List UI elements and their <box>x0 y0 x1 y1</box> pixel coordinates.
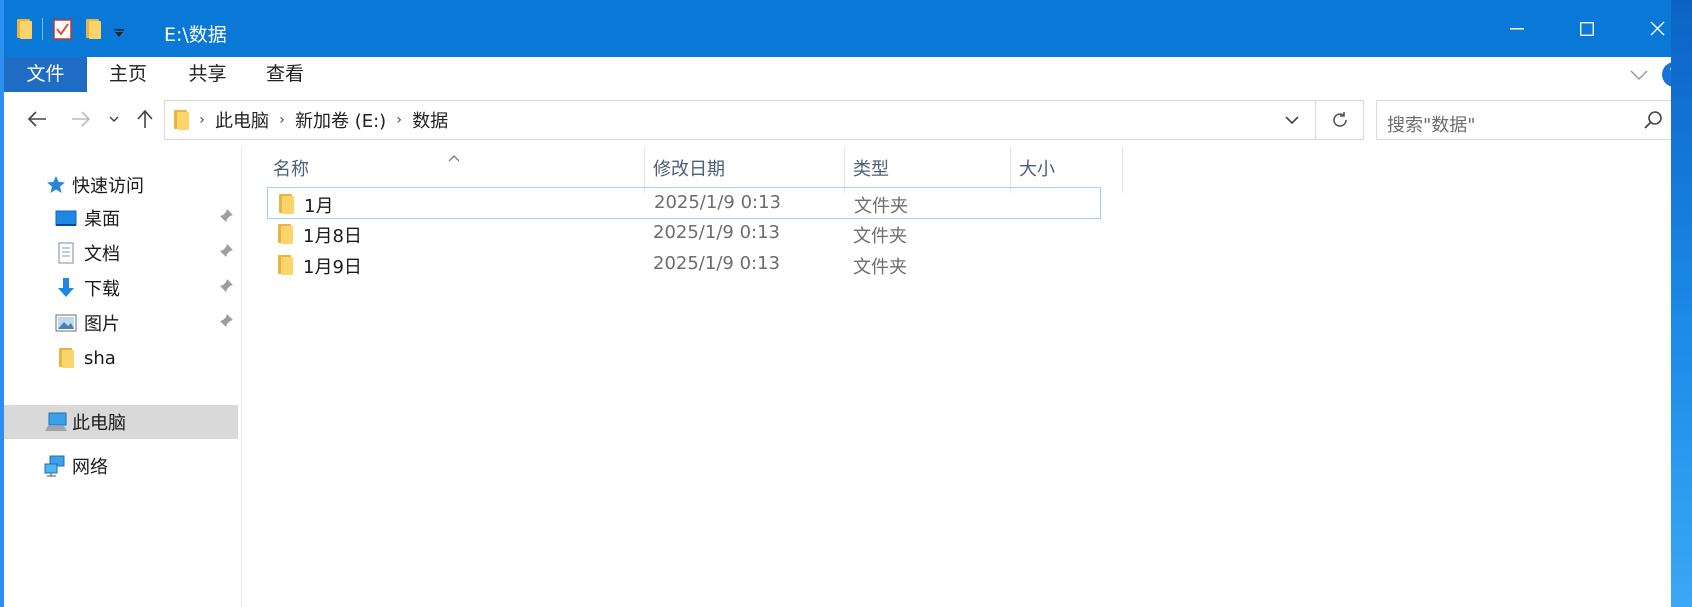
sort-ascending-icon <box>447 147 461 168</box>
pin-icon[interactable] <box>218 208 234 229</box>
file-name: 1月9日 <box>303 257 362 278</box>
tab-home[interactable]: 主页 <box>87 57 169 92</box>
properties-icon[interactable] <box>53 18 73 40</box>
sidebar-item-label: 网络 <box>72 457 108 478</box>
breadcrumb-data-folder[interactable]: 数据 <box>412 107 448 133</box>
sidebar-item-desktop[interactable]: 桌面 <box>4 201 242 235</box>
file-type: 文件夹 <box>854 196 908 217</box>
quick-access-toolbar <box>16 14 125 44</box>
search-icon[interactable] <box>1643 110 1663 135</box>
folder-icon <box>277 224 293 244</box>
breadcrumb: › 此电脑 › 新加卷 (E:) › 数据 <box>173 101 448 139</box>
folder-icon <box>173 110 189 130</box>
sidebar-item-label: 图片 <box>84 314 120 335</box>
sidebar-item-label: 下载 <box>84 279 120 300</box>
file-type: 文件夹 <box>853 257 907 278</box>
tab-view[interactable]: 查看 <box>246 57 324 92</box>
up-button[interactable] <box>132 104 158 134</box>
sidebar-item-pictures[interactable]: 图片 <box>4 306 242 340</box>
forward-button[interactable] <box>66 104 96 134</box>
file-modified: 2025/1/9 0:13 <box>653 222 780 243</box>
toolbar-divider <box>42 18 43 40</box>
recent-locations-chevron-icon[interactable] <box>104 104 124 134</box>
breadcrumb-separator-icon[interactable]: › <box>386 112 412 128</box>
breadcrumb-separator-icon[interactable]: › <box>189 112 215 128</box>
file-name: 1月 <box>304 196 334 217</box>
refresh-button[interactable] <box>1316 100 1364 140</box>
table-row[interactable]: 1月8日 2025/1/9 0:13 文件夹 <box>267 218 1101 250</box>
pin-icon[interactable] <box>218 313 234 334</box>
address-bar[interactable]: › 此电脑 › 新加卷 (E:) › 数据 <box>164 100 1316 140</box>
file-modified: 2025/1/9 0:13 <box>654 192 781 213</box>
sidebar-item-label: 此电脑 <box>72 413 126 434</box>
sidebar-item-label: sha <box>84 347 116 369</box>
navigation-pane: 快速访问 桌面 文档 下载 图片 sha 此电脑 网络 <box>4 147 242 607</box>
search-box[interactable]: 搜索"数据" <box>1376 100 1678 140</box>
table-row[interactable]: 1月9日 2025/1/9 0:13 文件夹 <box>267 249 1101 281</box>
customize-toolbar-icon[interactable] <box>113 23 125 37</box>
back-button[interactable] <box>22 104 52 134</box>
column-header-label: 类型 <box>853 159 889 180</box>
expand-ribbon-icon[interactable] <box>1630 66 1648 87</box>
file-explorer-window: E:\数据 文件 主页 共享 查看 ? <box>0 0 1692 607</box>
folder-icon <box>16 19 32 39</box>
sidebar-item-label: 快速访问 <box>72 176 144 197</box>
folder-icon <box>278 194 294 214</box>
network-icon <box>44 454 68 478</box>
minimize-button[interactable] <box>1482 0 1552 57</box>
file-name: 1月8日 <box>303 226 362 247</box>
navigation-bar: › 此电脑 › 新加卷 (E:) › 数据 搜索"数据" <box>4 92 1678 147</box>
sidebar-item-label: 文档 <box>84 244 120 265</box>
sidebar-item-network[interactable]: 网络 <box>4 449 242 483</box>
table-row[interactable]: 1月 2025/1/9 0:13 文件夹 <box>267 187 1101 219</box>
column-header-label: 名称 <box>273 159 309 180</box>
sidebar-item-downloads[interactable]: 下载 <box>4 271 242 305</box>
window-title: E:\数据 <box>164 24 227 46</box>
sidebar-item-this-pc[interactable]: 此电脑 <box>4 405 238 439</box>
sidebar-item-label: 桌面 <box>84 209 120 230</box>
search-input[interactable]: 搜索"数据" <box>1387 111 1476 137</box>
desktop-background <box>1671 0 1692 607</box>
folder-icon <box>277 255 293 275</box>
file-modified: 2025/1/9 0:13 <box>653 253 780 274</box>
file-list: 名称 修改日期 类型 大小 1月 2025/1/9 0:13 文件夹 1月8日 … <box>243 147 1675 607</box>
maximize-button[interactable] <box>1552 0 1622 57</box>
desktop-icon <box>54 206 78 230</box>
sidebar-item-quick-access[interactable]: 快速访问 <box>4 168 242 202</box>
folder-icon <box>54 346 78 370</box>
pin-icon[interactable] <box>218 278 234 299</box>
tab-file[interactable]: 文件 <box>4 57 87 92</box>
download-icon <box>54 276 78 300</box>
sidebar-item-documents[interactable]: 文档 <box>4 236 242 270</box>
breadcrumb-this-pc[interactable]: 此电脑 <box>215 107 269 133</box>
star-icon <box>44 173 68 197</box>
new-folder-icon[interactable] <box>85 19 101 39</box>
pin-icon[interactable] <box>218 243 234 264</box>
documents-icon <box>54 241 78 265</box>
address-history-chevron-icon[interactable] <box>1267 101 1315 139</box>
tab-share[interactable]: 共享 <box>169 57 246 92</box>
column-header-label: 修改日期 <box>653 159 725 180</box>
pictures-icon <box>54 311 78 335</box>
breadcrumb-separator-icon[interactable]: › <box>269 112 295 128</box>
column-header-label: 大小 <box>1019 159 1055 180</box>
sidebar-item-sha[interactable]: sha <box>4 341 242 375</box>
title-bar: E:\数据 <box>4 0 1675 57</box>
breadcrumb-drive-e[interactable]: 新加卷 (E:) <box>295 107 386 133</box>
computer-icon <box>44 410 68 434</box>
file-type: 文件夹 <box>853 226 907 247</box>
ribbon: 文件 主页 共享 查看 ? <box>4 57 1687 92</box>
